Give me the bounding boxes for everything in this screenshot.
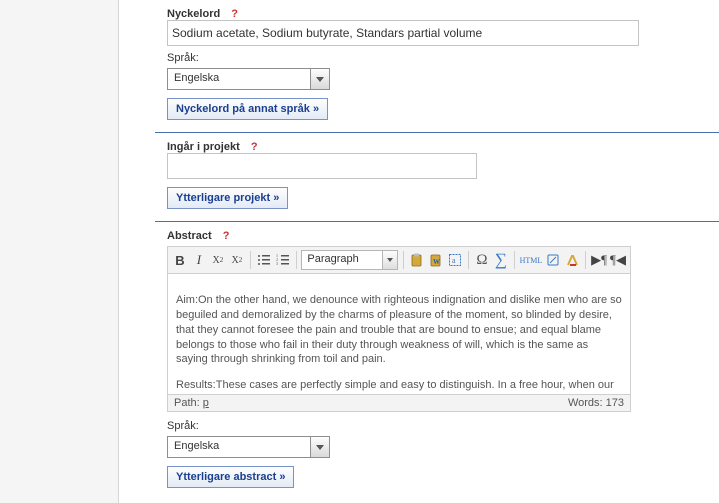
- toolbar-separator: [585, 251, 586, 269]
- equation-button[interactable]: ∑: [493, 250, 509, 270]
- abstract-lang-select[interactable]: Engelska: [167, 436, 330, 458]
- bullet-list-button[interactable]: [256, 250, 272, 270]
- special-char-button[interactable]: Ω: [474, 250, 490, 270]
- abstract-textarea[interactable]: Aim:On the other hand, we denounce with …: [168, 274, 630, 394]
- ltr-button[interactable]: ▶¶: [591, 250, 607, 270]
- abstract-paragraph: Results:These cases are perfectly simple…: [176, 378, 622, 394]
- rtl-button[interactable]: ¶◀: [610, 250, 626, 270]
- project-section: Ingår i projekt ? Ytterligare projekt »: [155, 133, 719, 221]
- keywords-label: Nyckelord: [167, 8, 220, 20]
- paste-word-button[interactable]: W: [428, 250, 444, 270]
- paste-button[interactable]: [409, 250, 425, 270]
- project-label: Ingår i projekt: [167, 141, 240, 153]
- format-select[interactable]: Paragraph: [301, 250, 398, 270]
- keywords-lang-label: Språk:: [167, 52, 689, 64]
- abstract-section: Abstract ? B I X2 X2 123: [155, 222, 719, 500]
- keywords-lang-select[interactable]: Engelska: [167, 68, 330, 90]
- abstract-lang-label: Språk:: [167, 420, 689, 432]
- abstract-editor: B I X2 X2 123 Paragraph: [167, 246, 631, 412]
- select-all-button[interactable]: a: [447, 250, 463, 270]
- svg-text:W: W: [433, 258, 440, 266]
- toolbar-separator: [403, 251, 404, 269]
- chevron-down-icon[interactable]: [310, 437, 329, 457]
- keywords-help-icon[interactable]: ?: [231, 8, 238, 20]
- keywords-section: Nyckelord ? Språk: Engelska Nyckelord på…: [155, 0, 719, 132]
- more-keywords-button[interactable]: Nyckelord på annat språk »: [167, 98, 328, 120]
- editor-path: Path: p: [174, 397, 209, 409]
- abstract-lang-value: Engelska: [168, 437, 310, 457]
- editor-wordcount: Words: 173: [568, 397, 624, 409]
- toolbar-separator: [468, 251, 469, 269]
- project-help-icon[interactable]: ?: [251, 141, 258, 153]
- remove-format-button[interactable]: [564, 250, 580, 270]
- chevron-down-icon[interactable]: [382, 251, 397, 269]
- keywords-lang-value: Engelska: [168, 69, 310, 89]
- abstract-label: Abstract: [167, 230, 212, 242]
- italic-button[interactable]: I: [191, 250, 207, 270]
- number-list-button[interactable]: 123: [275, 250, 291, 270]
- format-value: Paragraph: [302, 251, 382, 269]
- bold-button[interactable]: B: [172, 250, 188, 270]
- superscript-button[interactable]: X2: [229, 250, 245, 270]
- cleanup-button[interactable]: [545, 250, 561, 270]
- abstract-help-icon[interactable]: ?: [223, 230, 230, 242]
- project-input[interactable]: [167, 153, 477, 179]
- abstract-paragraph: Aim:On the other hand, we denounce with …: [176, 293, 622, 367]
- toolbar-separator: [296, 251, 297, 269]
- toolbar-separator: [514, 251, 515, 269]
- toolbar-separator: [250, 251, 251, 269]
- svg-text:3: 3: [276, 261, 278, 266]
- chevron-down-icon[interactable]: [310, 69, 329, 89]
- more-abstract-button[interactable]: Ytterligare abstract »: [167, 466, 294, 488]
- svg-text:a: a: [452, 256, 456, 265]
- editor-toolbar: B I X2 X2 123 Paragraph: [168, 247, 630, 274]
- keywords-input[interactable]: [167, 20, 639, 46]
- html-button[interactable]: HTML: [520, 250, 543, 270]
- left-sidebar: [0, 0, 119, 503]
- editor-statusbar: Path: p Words: 173: [168, 394, 630, 411]
- more-projects-button[interactable]: Ytterligare projekt »: [167, 187, 288, 209]
- subscript-button[interactable]: X2: [210, 250, 226, 270]
